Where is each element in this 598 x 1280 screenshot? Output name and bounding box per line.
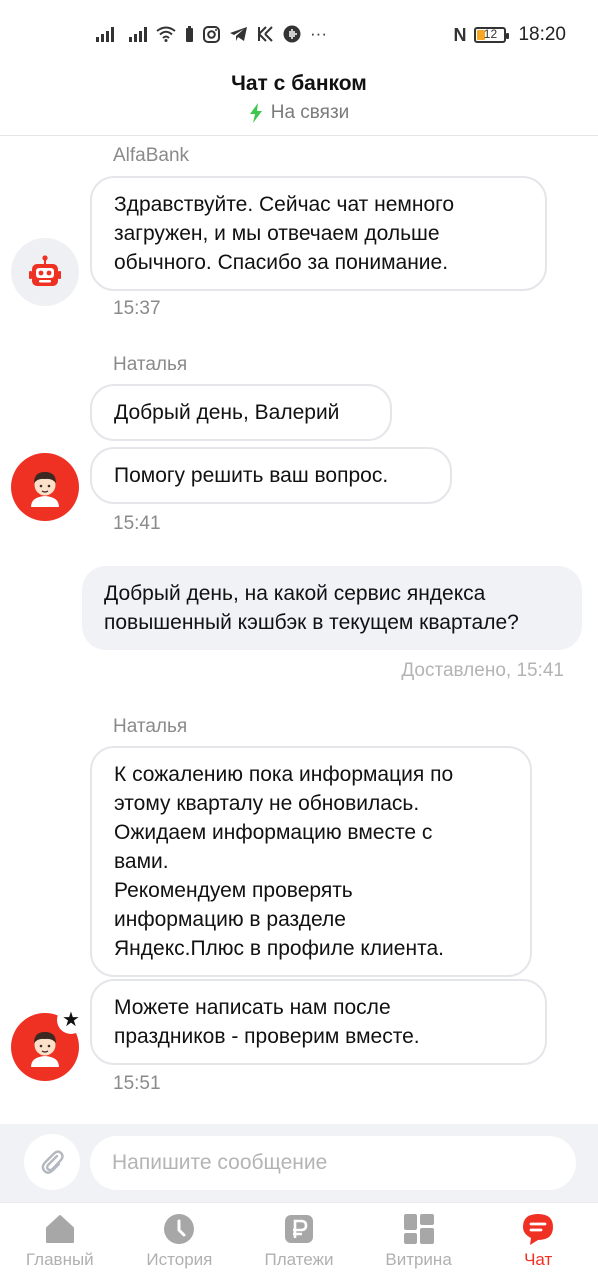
person-icon <box>31 472 59 507</box>
chat-icon <box>523 1214 554 1245</box>
message-time: 15:41 <box>113 513 161 534</box>
wifi-icon <box>156 26 176 42</box>
bank-bot-avatar <box>11 238 79 306</box>
person-icon <box>31 1032 59 1067</box>
voice-icon <box>283 25 301 43</box>
message-time: 15:37 <box>113 298 161 319</box>
battery-small-icon <box>186 25 193 42</box>
message-author: Наталья <box>113 354 188 375</box>
nav-item-chat[interactable]: Чат <box>478 1203 598 1280</box>
grid-icon <box>403 1214 434 1244</box>
message-bubble[interactable]: Здравствуйте. Сейчас чат немного загруже… <box>90 176 547 291</box>
nav-label: Главный <box>25 1250 94 1269</box>
message-input[interactable] <box>90 1136 576 1190</box>
ruble-icon <box>284 1215 313 1243</box>
online-status: На связи <box>249 102 350 124</box>
attach-button[interactable] <box>24 1134 80 1190</box>
message-bubble[interactable]: Можете написать нам после праздников - п… <box>90 979 547 1065</box>
delivery-status: Доставлено, 15:41 <box>401 660 564 681</box>
clock: 18:20 <box>518 24 566 45</box>
status-icons-right: N 12 18:20 <box>453 22 566 48</box>
bottom-navigation: Главный История Платежи Витрина Чат <box>0 1202 598 1280</box>
signal-icon <box>129 26 147 42</box>
message-time: 15:51 <box>113 1073 161 1094</box>
nav-item-home[interactable]: Главный <box>0 1203 120 1280</box>
chat-header: Чат с банком На связи <box>0 66 598 136</box>
outgoing-bubble[interactable]: Добрый день, на какой сервис яндекса пов… <box>82 566 582 650</box>
nav-label: Чат <box>524 1250 553 1269</box>
nav-label: Витрина <box>385 1250 452 1269</box>
clock-icon <box>164 1214 195 1244</box>
message-author: Наталья <box>113 716 188 737</box>
message-bubble[interactable]: Добрый день, Валерий <box>90 384 392 441</box>
lightning-icon <box>249 103 263 123</box>
paperclip-icon <box>41 1150 64 1174</box>
message-bubble[interactable]: Помогу решить ваш вопрос. <box>90 447 452 504</box>
operator-avatar <box>11 453 79 521</box>
battery-icon: 12 <box>474 27 510 43</box>
robot-icon <box>29 255 61 286</box>
star-icon: ★ <box>57 1006 85 1034</box>
more-icon: ··· <box>310 24 327 43</box>
instagram-icon <box>203 25 220 43</box>
battery-level: 12 <box>483 27 498 41</box>
signal-icon <box>96 26 114 42</box>
status-bar: ··· N 12 18:20 <box>0 0 598 66</box>
status-icons-left: ··· <box>96 22 327 46</box>
kaspersky-icon <box>258 26 273 42</box>
telegram-icon <box>230 27 247 41</box>
nfc-icon: N <box>453 24 467 45</box>
online-status-text: На связи <box>270 102 350 123</box>
message-composer <box>0 1124 598 1202</box>
message-author: AlfaBank <box>113 145 190 166</box>
home-icon <box>45 1215 74 1243</box>
nav-item-showcase[interactable]: Витрина <box>359 1203 479 1280</box>
page-title: Чат с банком <box>231 72 367 95</box>
message-bubble[interactable]: К сожалению пока информация по этому ква… <box>90 746 532 977</box>
nav-item-history[interactable]: История <box>120 1203 240 1280</box>
nav-item-payments[interactable]: Платежи <box>239 1203 359 1280</box>
nav-label: Платежи <box>264 1250 334 1269</box>
nav-label: История <box>146 1250 213 1269</box>
